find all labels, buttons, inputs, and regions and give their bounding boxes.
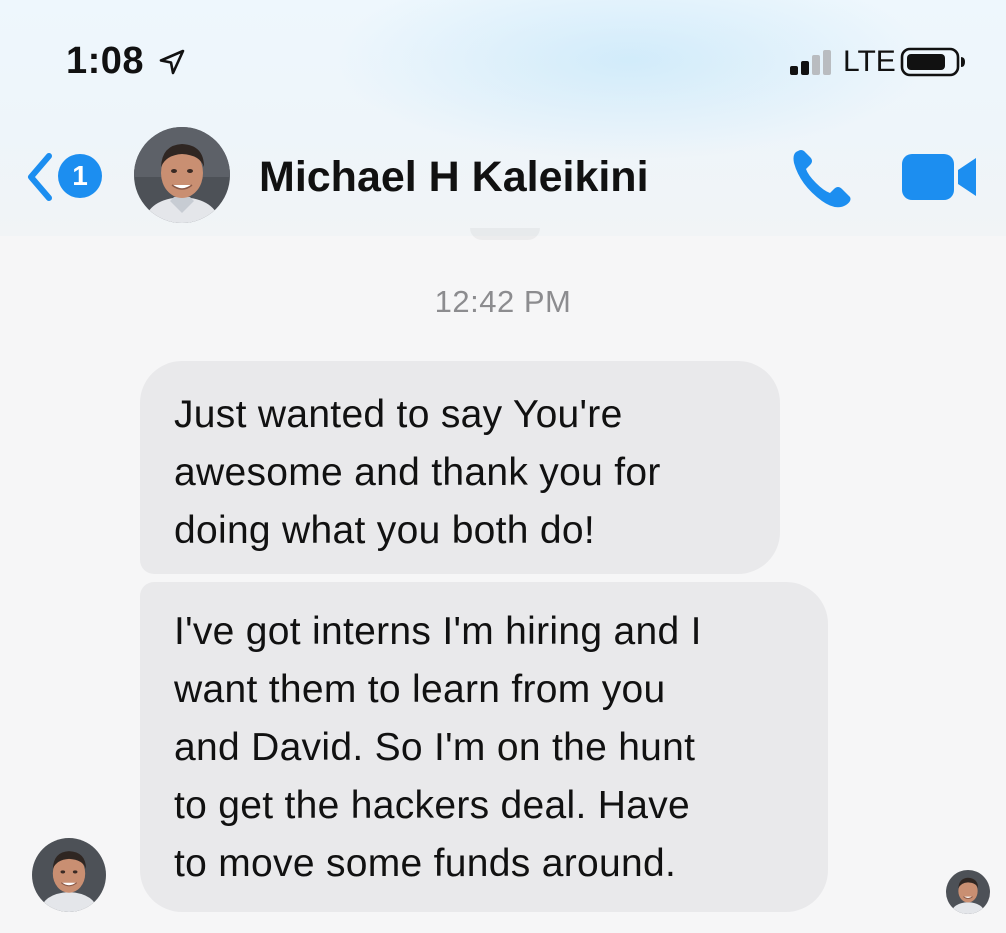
header-divider bbox=[470, 228, 540, 240]
message-line: awesome and thank you for bbox=[174, 451, 661, 494]
message-timestamp: 12:42 PM bbox=[434, 284, 572, 319]
network-type-label: LTE bbox=[843, 45, 896, 78]
seen-receipt-avatar bbox=[946, 870, 990, 914]
battery-icon bbox=[900, 47, 965, 77]
status-time: 1:08 bbox=[66, 40, 145, 82]
message-line: I've got interns I'm hiring and I bbox=[174, 610, 702, 653]
message-line: doing what you both do! bbox=[174, 509, 596, 552]
phone-icon[interactable] bbox=[788, 145, 858, 211]
back-chevron-icon bbox=[28, 153, 52, 201]
contact-name[interactable]: Michael H Kaleikini bbox=[259, 153, 649, 202]
message-bubble[interactable]: I've got interns I'm hiring and I want t… bbox=[140, 582, 828, 912]
sender-avatar[interactable] bbox=[32, 838, 106, 912]
message-line: and David. So I'm on the hunt bbox=[174, 726, 696, 769]
back-button[interactable]: 1 bbox=[20, 146, 110, 208]
contact-avatar[interactable] bbox=[134, 127, 230, 223]
messenger-chat-screen: 1:08 LTE 1 Michael H Kaleikini 12:42 PM … bbox=[0, 0, 1006, 933]
message-line: want them to learn from you bbox=[174, 668, 666, 711]
message-line: to get the hackers deal. Have bbox=[174, 784, 691, 827]
message-bubble[interactable]: Just wanted to say You're awesome and th… bbox=[140, 361, 780, 574]
message-line: to move some funds around. bbox=[174, 842, 677, 885]
unread-count-badge: 1 bbox=[58, 154, 102, 198]
cellular-signal-icon bbox=[790, 50, 831, 75]
video-camera-icon[interactable] bbox=[900, 150, 978, 204]
message-line: Just wanted to say You're bbox=[174, 393, 623, 436]
location-arrow-icon bbox=[159, 49, 185, 75]
